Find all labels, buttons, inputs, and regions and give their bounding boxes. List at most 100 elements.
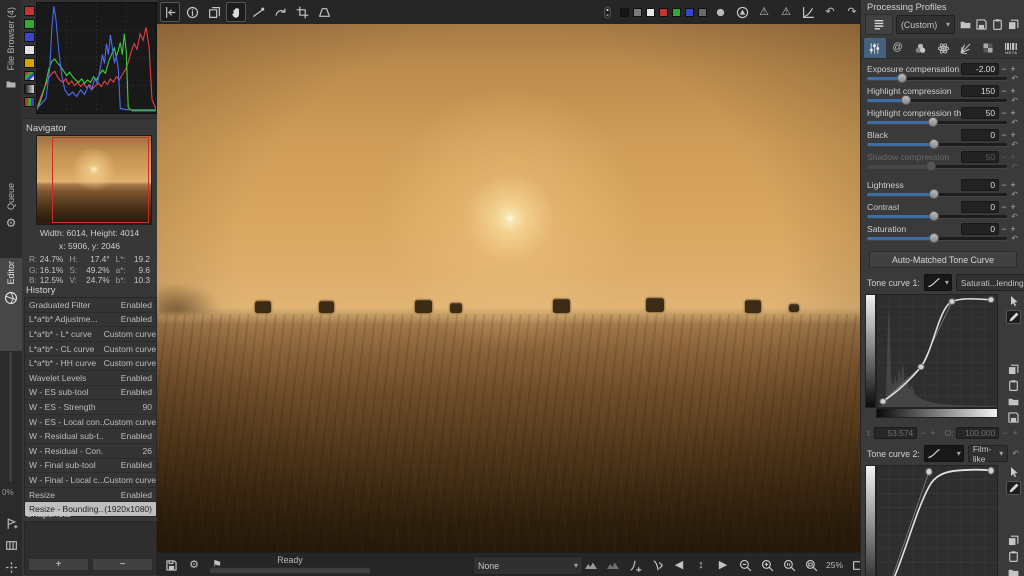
reset-adjuster-icon[interactable]: ↶ [1011, 141, 1018, 149]
slider-knob[interactable] [929, 189, 940, 199]
tab-detail[interactable]: @ [887, 38, 909, 58]
monitor-profile-icon[interactable] [581, 555, 601, 575]
swatch-neutral[interactable] [698, 7, 707, 17]
tab-transform[interactable] [955, 38, 977, 58]
hand-icon[interactable] [226, 2, 246, 22]
contrast-slider[interactable]: Contrast 0− + ↶ [867, 200, 1018, 222]
history-row[interactable]: L*a*b* Adjustme... Enabled [25, 313, 156, 328]
next-image-icon[interactable]: ▶ [713, 555, 733, 575]
swatch-green[interactable] [672, 7, 681, 17]
perspective-icon[interactable] [314, 2, 334, 22]
picker-size-icon[interactable] [597, 2, 617, 22]
paste-curve-icon[interactable] [1006, 378, 1021, 392]
blue-channel-button[interactable] [24, 32, 35, 42]
soft-proof-icon[interactable] [603, 555, 623, 575]
focus-mask-icon[interactable] [3, 559, 19, 575]
edit-point-icon[interactable] [1006, 294, 1021, 308]
duplicate-icon[interactable] [204, 2, 224, 22]
highlight-compression-threshold-slider[interactable]: Highlight compression threshold 50−+ ↶ [867, 106, 1018, 128]
history-row[interactable]: W - Residual sub-t... Enabled [25, 429, 156, 444]
tone-curve-1-mode-dropdown[interactable]: Saturati...lending ▾ [955, 274, 1024, 291]
load-curve-icon[interactable] [1006, 394, 1021, 408]
chromaticity-button[interactable] [24, 58, 35, 68]
color-profile-dropdown[interactable]: None ▾ [473, 556, 583, 575]
image-canvas[interactable] [157, 24, 860, 552]
after-view-icon[interactable] [647, 555, 667, 575]
highlight-compression-slider[interactable]: Highlight compression 150− + ↶ [867, 84, 1018, 106]
profile-dropdown[interactable]: (Custom) ▾ [896, 15, 955, 34]
load-curve-icon[interactable] [1006, 565, 1021, 576]
slider-knob[interactable] [927, 117, 938, 127]
history-row[interactable]: L*a*b* - HH curve Custom curve [25, 356, 156, 371]
auto-matched-tone-curve-button[interactable]: Auto-Matched Tone Curve [869, 251, 1017, 268]
zoom-fit-icon[interactable] [801, 555, 821, 575]
highlight-clipping-icon[interactable]: ⚠ [776, 2, 796, 22]
tab-advanced[interactable] [932, 38, 954, 58]
exposure-compensation-slider[interactable]: Exposure compensation -2.00− + ↶ [867, 62, 1018, 84]
history-row[interactable]: W - ES - Strength 90 [25, 400, 156, 415]
tone-curve-1-type-dropdown[interactable]: ▾ [923, 274, 952, 291]
tone-curve-2-mode-dropdown[interactable]: Film-like ▾ [967, 444, 1009, 464]
history-row[interactable]: Resize Enabled [25, 488, 156, 503]
split-view-icon[interactable] [3, 537, 19, 553]
rotate-right-90-icon[interactable]: ↷ [842, 2, 862, 22]
tone-curve-1-editor[interactable] [861, 294, 1024, 424]
shadow-clipping-icon[interactable]: ⚠ [754, 2, 774, 22]
toggle-left-panel-icon[interactable] [160, 2, 180, 22]
filmstrip-zoom-slider[interactable] [9, 352, 12, 482]
raw-histogram-button[interactable] [24, 71, 35, 81]
copy-curve-icon[interactable] [1006, 362, 1021, 376]
reset-adjuster-icon[interactable]: ↶ [1011, 235, 1018, 243]
fine-rotation-icon[interactable] [270, 2, 290, 22]
draw-curve-icon[interactable] [1006, 481, 1021, 495]
tab-exposure[interactable] [864, 38, 886, 58]
output-minus-button[interactable]: − [1001, 428, 1009, 438]
history-row[interactable]: L*a*b* - CL curve Custom curve [25, 342, 156, 357]
history-row[interactable]: W - Final sub-tool Enabled [25, 459, 156, 474]
paste-curve-icon[interactable] [1006, 549, 1021, 563]
auto-levels-icon[interactable] [732, 2, 752, 22]
tab-editor[interactable]: Editor [0, 258, 22, 351]
tone-curve-2-editor[interactable] [861, 465, 1024, 576]
load-profile-icon[interactable] [958, 16, 973, 33]
luminosity-button[interactable] [24, 45, 35, 55]
slider-knob[interactable] [929, 211, 940, 221]
crop-icon[interactable] [292, 2, 312, 22]
tab-metadata[interactable]: META [1000, 38, 1022, 58]
add-snapshot-button[interactable]: + [28, 558, 89, 571]
lightness-slider[interactable]: Lightness 0− + ↶ [867, 178, 1018, 200]
tab-raw[interactable] [978, 38, 1000, 58]
input-minus-button[interactable]: − [919, 428, 927, 438]
history-row[interactable]: Graduated Filter Enabled [25, 298, 156, 313]
green-channel-button[interactable] [24, 19, 35, 29]
tab-file-browser[interactable]: File Browser (4) [0, 4, 22, 99]
history-row[interactable]: W - Residual - Con... 26 [25, 444, 156, 459]
navigator-thumbnail[interactable] [36, 135, 152, 225]
slider-knob[interactable] [929, 233, 940, 243]
slider-knob[interactable] [929, 139, 940, 149]
histogram-mode-button[interactable] [24, 97, 35, 107]
histogram-canvas[interactable] [36, 2, 157, 114]
bar-scale-button[interactable] [24, 84, 35, 94]
draw-curve-icon[interactable] [1006, 310, 1021, 324]
curve-graph[interactable] [876, 294, 998, 408]
save-curve-icon[interactable] [1006, 410, 1021, 424]
fill-profile-icon[interactable] [865, 14, 893, 35]
straighten-icon[interactable] [248, 2, 268, 22]
save-image-icon[interactable] [161, 555, 181, 575]
reset-adjuster-icon[interactable]: ↶ [1011, 97, 1018, 105]
swatch-gray[interactable] [633, 7, 642, 17]
swatch-black[interactable] [620, 7, 629, 17]
tone-curve-2-type-dropdown[interactable]: ▾ [923, 445, 964, 462]
copy-profile-icon[interactable] [1006, 16, 1021, 33]
swatch-white[interactable] [646, 7, 655, 17]
tab-queue[interactable]: Queue ⚙ [0, 180, 22, 259]
paste-profile-icon[interactable] [990, 16, 1005, 33]
history-row[interactable]: W - ES sub-tool Enabled [25, 386, 156, 401]
history-row[interactable]: L*a*b* - L* curve Custom curve [25, 327, 156, 342]
history-row[interactable]: Wavelet Levels Enabled [25, 371, 156, 386]
reset-adjuster-icon[interactable]: ↶ [1011, 191, 1018, 199]
queue-image-icon[interactable]: ⚙ [184, 555, 204, 575]
edit-point-icon[interactable] [1006, 465, 1021, 479]
copy-curve-icon[interactable] [1006, 533, 1021, 547]
